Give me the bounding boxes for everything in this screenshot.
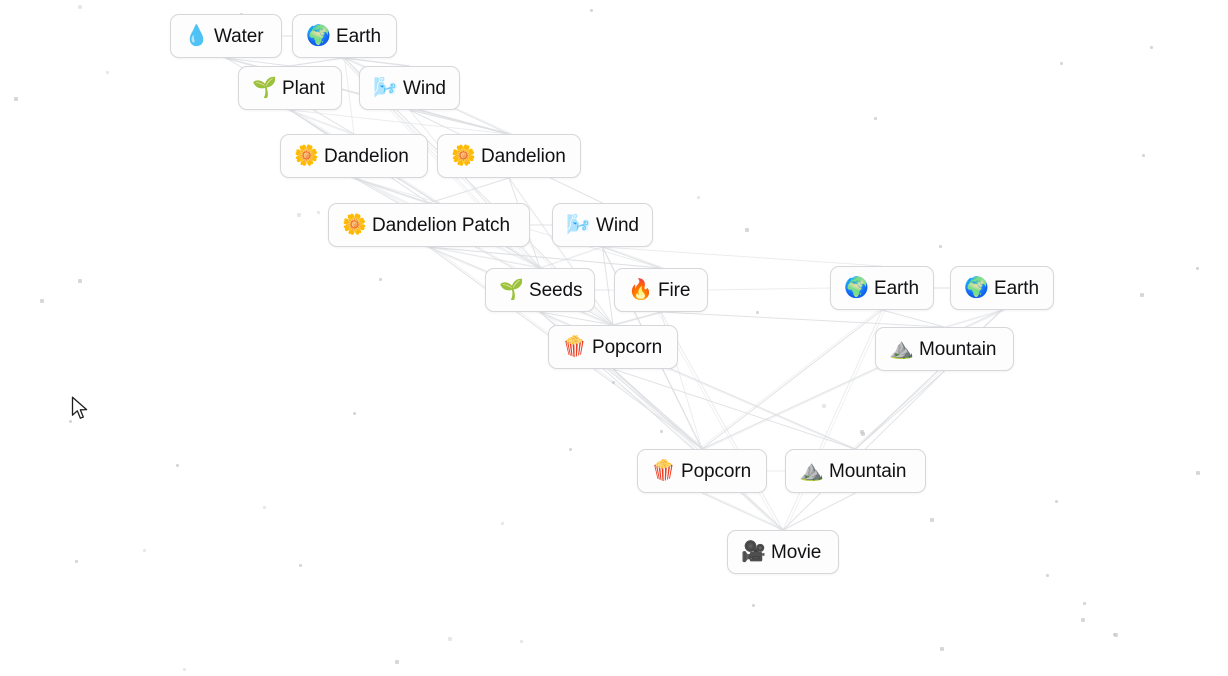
blossom-flower-icon: 🌼 [342,214,367,236]
element-label: Fire [658,279,691,301]
element-label: Dandelion Patch [372,214,510,236]
element-card-mountain-1[interactable]: ⛰️ Mountain [875,327,1014,371]
element-card-earth-2[interactable]: 🌍 Earth [830,266,934,310]
flame-icon: 🔥 [628,279,653,301]
element-card-movie[interactable]: 🎥 Movie [727,530,839,574]
movie-camera-icon: 🎥 [741,541,766,563]
blossom-flower-icon: 🌼 [451,145,476,167]
wind-blowing-icon: 🌬️ [373,77,398,99]
element-card-popcorn-2[interactable]: 🍿 Popcorn [637,449,767,493]
element-label: Wind [596,214,639,236]
element-nodes-layer: 💧 Water 🌍 Earth 🌱 Plant 🌬️ Wind 🌼 Dandelion 🌼 Dande… [0,0,1228,676]
seedling-icon: 🌱 [252,77,277,99]
element-label: Wind [403,77,446,99]
element-card-earth-3[interactable]: 🌍 Earth [950,266,1054,310]
seedling-icon: 🌱 [499,279,524,301]
element-card-popcorn-1[interactable]: 🍿 Popcorn [548,325,678,369]
popcorn-icon: 🍿 [651,460,676,482]
element-card-wind-2[interactable]: 🌬️ Wind [552,203,653,247]
element-card-earth-1[interactable]: 🌍 Earth [292,14,397,58]
wind-blowing-icon: 🌬️ [566,214,591,236]
element-label: Water [214,25,264,47]
mountain-icon: ⛰️ [889,338,914,360]
water-droplet-icon: 💧 [184,25,209,47]
blossom-flower-icon: 🌼 [294,145,319,167]
element-label: Mountain [829,460,907,482]
element-label: Earth [874,277,919,299]
popcorn-icon: 🍿 [562,336,587,358]
element-label: Popcorn [592,336,663,358]
element-card-dandelion-2[interactable]: 🌼 Dandelion [437,134,581,178]
element-label: Movie [771,541,822,563]
element-label: Earth [994,277,1039,299]
element-card-mountain-2[interactable]: ⛰️ Mountain [785,449,926,493]
element-card-fire[interactable]: 🔥 Fire [614,268,708,312]
element-card-dandelion-1[interactable]: 🌼 Dandelion [280,134,428,178]
element-card-seeds[interactable]: 🌱 Seeds [485,268,595,312]
element-card-wind-1[interactable]: 🌬️ Wind [359,66,460,110]
element-card-dandelion-patch[interactable]: 🌼 Dandelion Patch [328,203,530,247]
infinite-craft-canvas[interactable]: 💧 Water 🌍 Earth 🌱 Plant 🌬️ Wind 🌼 Dandelion 🌼 Dande… [0,0,1228,676]
element-card-plant[interactable]: 🌱 Plant [238,66,342,110]
mountain-icon: ⛰️ [799,460,824,482]
element-label: Popcorn [681,460,752,482]
element-label: Mountain [919,338,997,360]
element-label: Plant [282,77,325,99]
element-label: Dandelion [324,145,409,167]
earth-globe-icon: 🌍 [844,277,869,299]
element-label: Seeds [529,279,583,301]
earth-globe-icon: 🌍 [306,25,331,47]
earth-globe-icon: 🌍 [964,277,989,299]
element-label: Earth [336,25,381,47]
element-card-water[interactable]: 💧 Water [170,14,282,58]
element-label: Dandelion [481,145,566,167]
